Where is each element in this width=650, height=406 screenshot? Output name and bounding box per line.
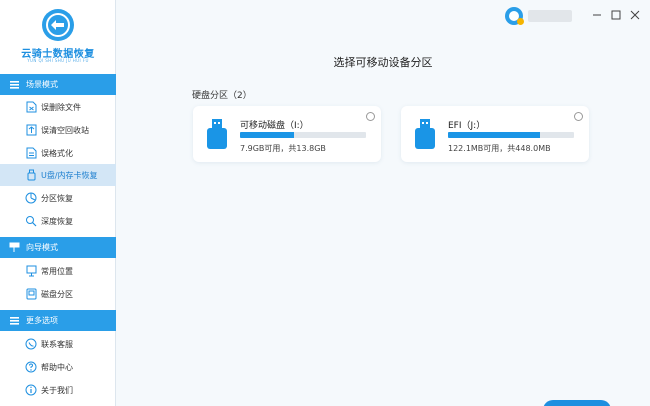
headset-icon [25,338,37,350]
section-scene-mode[interactable]: 场景模式 [0,74,116,95]
sidebar-item-label: 分区恢复 [41,193,73,203]
partition-icon [25,192,37,204]
drive-usage-bar [448,132,574,138]
page-title: 选择可移动设备分区 [333,56,433,69]
file-delete-icon [25,101,37,113]
sidebar-item-format[interactable]: 误格式化 [0,142,116,164]
sidebar-item-disk-partition[interactable]: 磁盘分区 [0,283,116,305]
drive-size: 7.9GB可用，共13.8GB [240,144,326,153]
user-name-redacted[interactable] [528,10,572,22]
vip-badge-icon [517,18,524,25]
sidebar-item-label: 磁盘分区 [41,289,73,299]
section-title: 更多选项 [26,316,58,325]
sidebar-item-label: U盘/内存卡恢复 [41,170,98,180]
usb-drive-icon [207,119,227,149]
usb-card-icon [25,169,37,181]
sidebar-item-partition-recovery[interactable]: 分区恢复 [0,187,116,209]
section-more-options[interactable]: 更多选项 [0,310,116,331]
section-wizard-mode[interactable]: 向导模式 [0,237,116,258]
drive-size: 122.1MB可用，共448.0MB [448,144,551,153]
sidebar-item-label: 联系客服 [41,339,73,349]
format-icon [25,147,37,159]
sidebar-item-label: 误格式化 [41,148,73,158]
recycle-bin-icon [25,124,37,136]
maximize-button[interactable] [609,8,623,22]
sidebar-item-recycle-bin[interactable]: 误清空回收站 [0,119,116,141]
deep-scan-icon [25,215,37,227]
disk-icon [25,288,37,300]
drive-usage-bar [240,132,366,138]
drive-name: 可移动磁盘（I:） [240,121,309,131]
section-title: 场景模式 [26,80,58,89]
sidebar-item-label: 误删除文件 [41,102,81,112]
sidebar-item-about-us[interactable]: 关于我们 [0,379,116,401]
app-logo: 云骑士数据恢复 YUN QI SHI SHU JU HUI FU [0,0,116,72]
drive-card[interactable]: 可移动磁盘（I:） 7.9GB可用，共13.8GB [193,106,381,162]
drive-select-radio[interactable] [366,112,375,121]
sidebar-item-help-center[interactable]: 帮助中心 [0,356,116,378]
drive-name: EFI（J:） [448,121,486,131]
sidebar-item-label: 帮助中心 [41,362,73,372]
section-title: 向导模式 [26,243,58,252]
mode-icon [9,79,20,90]
minimize-button[interactable] [590,8,604,22]
sidebar-item-deleted-files[interactable]: 误删除文件 [0,96,116,118]
sidebar-item-label: 常用位置 [41,266,73,276]
logo-subtitle: YUN QI SHI SHU JU HUI FU [27,58,89,63]
sidebar-item-label: 深度恢复 [41,216,73,226]
info-icon [25,384,37,396]
drive-usage-fill [240,132,295,138]
next-button[interactable] [543,400,611,406]
sidebar-item-label: 关于我们 [41,385,73,395]
wizard-icon [9,242,20,253]
location-icon [25,265,37,277]
drive-usage-fill [448,132,540,138]
help-icon [25,361,37,373]
usb-drive-icon [415,119,435,149]
sidebar-item-contact-support[interactable]: 联系客服 [0,333,116,355]
close-button[interactable] [628,8,642,22]
partition-section-header: 硬盘分区（2） [192,91,252,101]
drive-select-radio[interactable] [574,112,583,121]
sidebar-item-common-locations[interactable]: 常用位置 [0,260,116,282]
sidebar: 云骑士数据恢复 YUN QI SHI SHU JU HUI FU 场景模式 误删… [0,0,116,406]
sidebar-item-deep-recovery[interactable]: 深度恢复 [0,210,116,232]
drive-card[interactable]: EFI（J:） 122.1MB可用，共448.0MB [401,106,589,162]
menu-icon [9,315,20,326]
user-avatar[interactable] [505,7,524,25]
sidebar-item-usb-card[interactable]: U盘/内存卡恢复 [0,164,116,186]
logo-icon [42,9,74,41]
sidebar-item-label: 误清空回收站 [41,125,89,135]
